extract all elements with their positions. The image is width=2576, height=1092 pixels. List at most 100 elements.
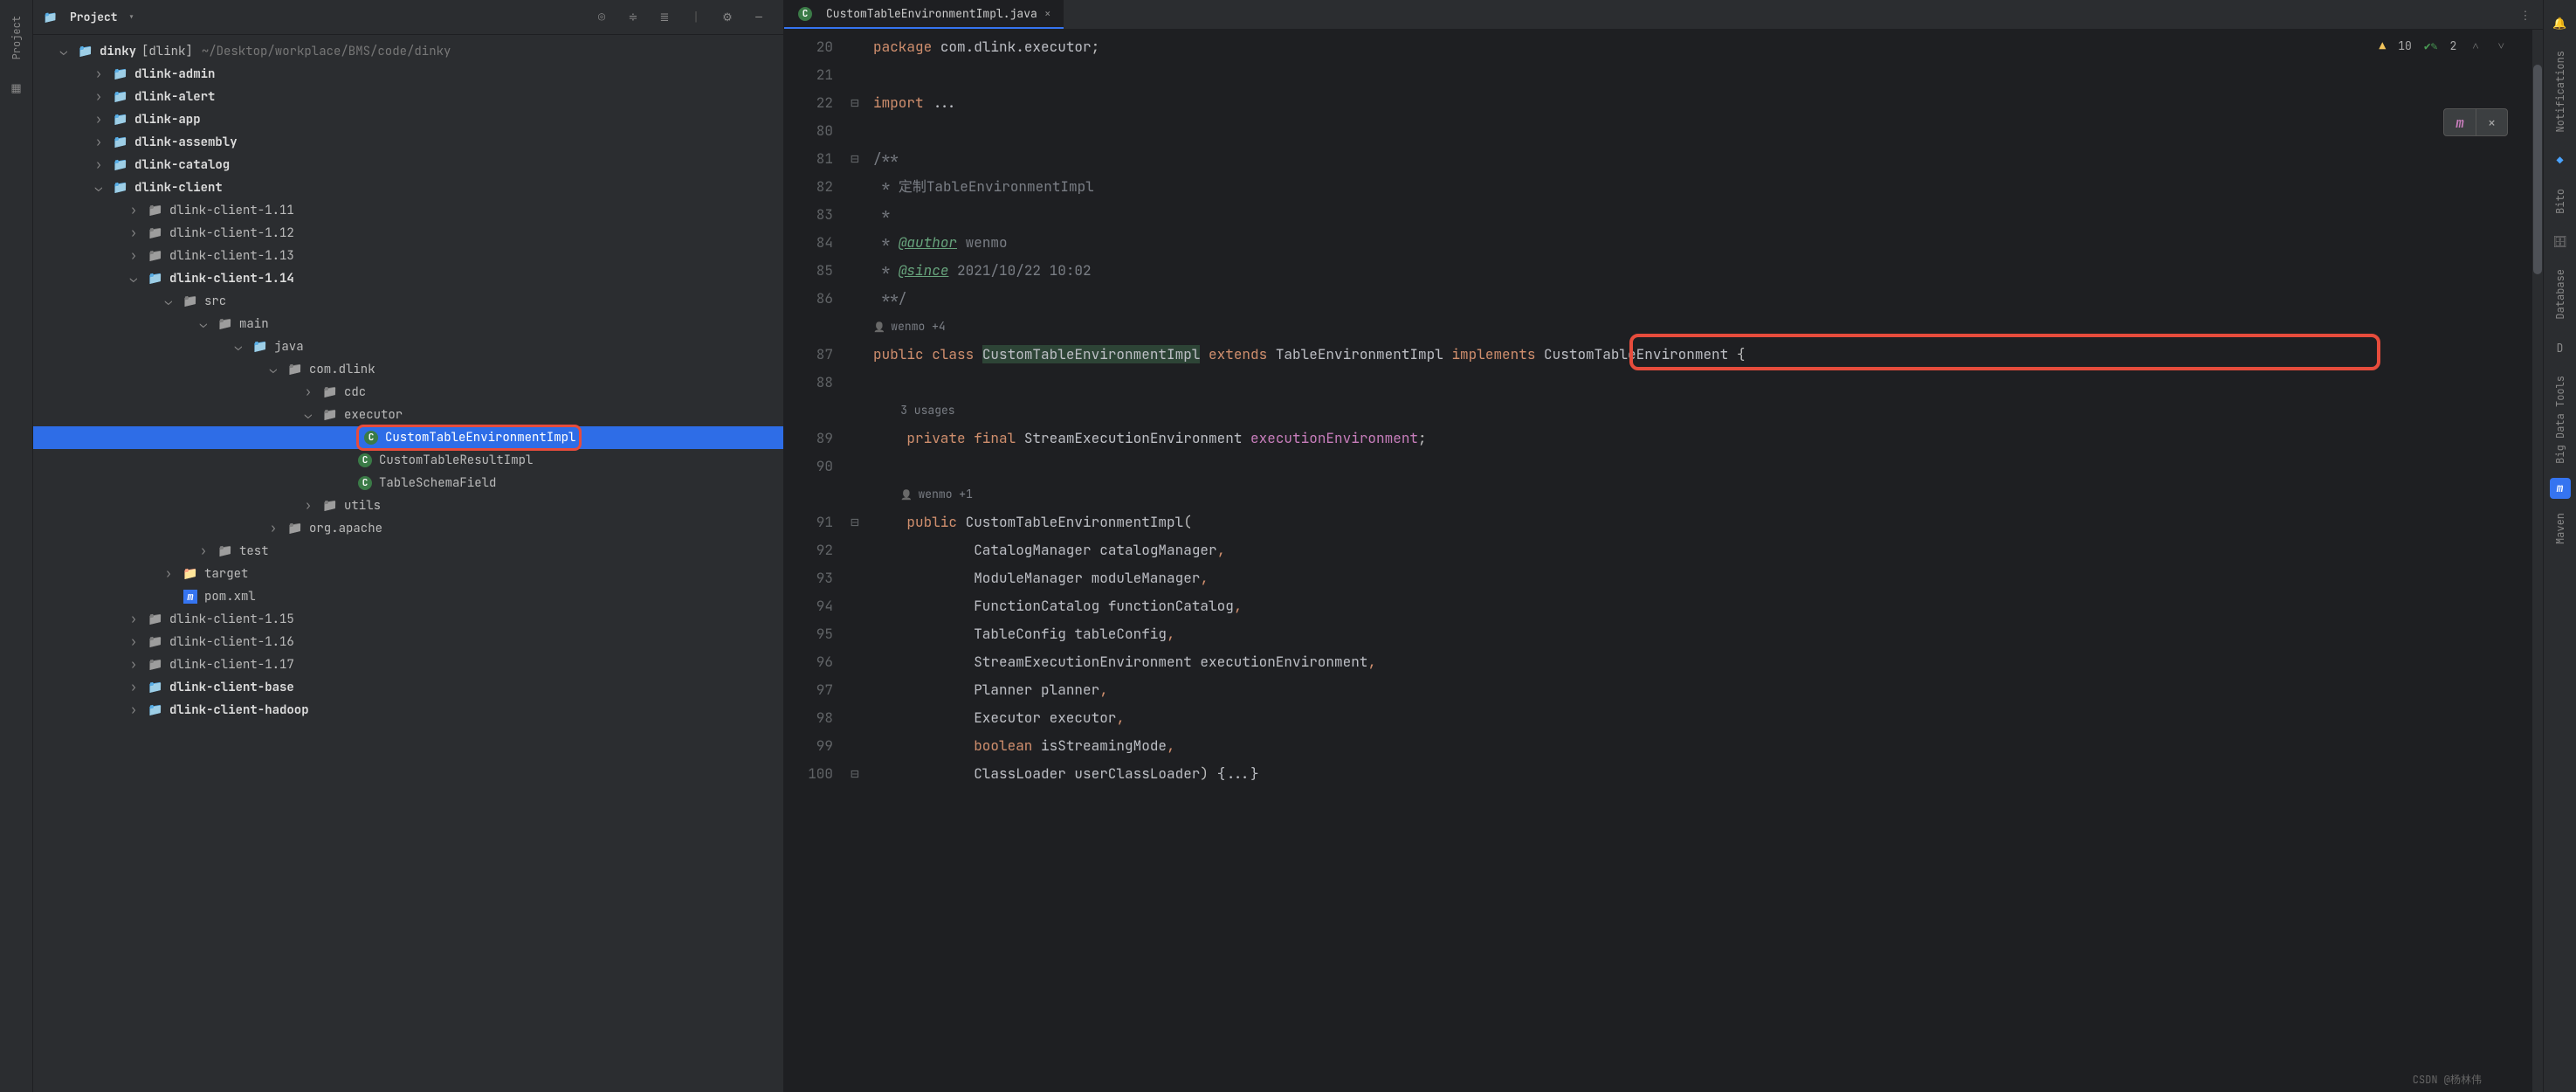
editor-tab[interactable]: C CustomTableEnvironmentImpl.java ×: [784, 0, 1064, 29]
project-icon: [42, 10, 59, 24]
tree-item[interactable]: ⌄dlink-client-1.14: [33, 267, 783, 290]
author-hint[interactable]: wenmo +4: [891, 319, 945, 334]
tree-item[interactable]: ›dlink-client-hadoop: [33, 699, 783, 722]
notifications-label[interactable]: Notifications: [2553, 44, 2567, 140]
project-panel: Project ▾ ◎ ≑ ≣ | ⚙ — ⌄ dinky [dlink] ~/…: [33, 0, 784, 1092]
editor-tabs: C CustomTableEnvironmentImpl.java × ⋮: [784, 0, 2543, 30]
project-tool-label[interactable]: Project: [10, 9, 24, 66]
tree-item[interactable]: ›dlink-catalog: [33, 154, 783, 176]
folder-icon: [217, 317, 234, 331]
tree-item[interactable]: ⌄java: [33, 335, 783, 358]
bigdata-label[interactable]: Big Data Tools: [2553, 369, 2567, 471]
close-tab-icon[interactable]: ×: [1044, 6, 1051, 21]
fold-column[interactable]: ⊟⊟⊟⊟: [845, 30, 864, 1092]
folder-icon: [147, 612, 164, 626]
tree-item[interactable]: ›dlink-client-1.17: [33, 653, 783, 676]
maven-icon[interactable]: m: [2550, 478, 2571, 499]
tree-item[interactable]: ›dlink-client-1.16: [33, 631, 783, 653]
watermark: CSDN @杨林伟: [2413, 1072, 2482, 1087]
database-label[interactable]: Database: [2553, 262, 2567, 327]
right-tool-strip: 🔔 Notifications ◆ Bito 🗄 Database D Big …: [2543, 0, 2576, 1092]
maven-label[interactable]: Maven: [2553, 506, 2567, 551]
reader-mode-icon[interactable]: m: [2444, 109, 2476, 135]
author-hint-icon: [873, 319, 891, 334]
editor-body[interactable]: 2021228081828384858687888990919293949596…: [784, 30, 2543, 1092]
inspection-widget[interactable]: ▲ 10 ✔✎ 2 ˄ ˅: [2379, 38, 2508, 53]
divider: |: [685, 7, 706, 28]
structure-tool-icon[interactable]: ▦: [6, 77, 27, 98]
tree-item[interactable]: ›test: [33, 540, 783, 563]
tree-item[interactable]: mpom.xml: [33, 585, 783, 608]
tree-item[interactable]: CCustomTableResultImpl: [33, 449, 783, 472]
warning-count: 10: [2398, 38, 2412, 53]
tree-item[interactable]: ›dlink-client-1.13: [33, 245, 783, 267]
prev-problem-icon[interactable]: ˄: [2472, 38, 2478, 53]
locate-icon[interactable]: ◎: [591, 7, 612, 28]
tree-item[interactable]: ›dlink-admin: [33, 63, 783, 86]
project-view-chevron-icon[interactable]: ▾: [128, 10, 135, 24]
check-icon: ✔✎: [2424, 38, 2438, 53]
tree-root[interactable]: ⌄ dinky [dlink] ~/Desktop/workplace/BMS/…: [33, 40, 783, 63]
constructor-name: CustomTableEnvironmentImpl: [966, 513, 1184, 531]
tree-item[interactable]: ⌄executor: [33, 404, 783, 426]
bito-label[interactable]: Bito: [2553, 182, 2567, 221]
tree-item[interactable]: ›org.apache: [33, 517, 783, 540]
collapse-all-icon[interactable]: ≣: [654, 7, 675, 28]
module-icon: [112, 181, 129, 195]
vertical-scrollbar[interactable]: [2532, 30, 2543, 1092]
folder-icon: [147, 226, 164, 240]
class-icon: C: [356, 476, 374, 490]
tree-item[interactable]: ›dlink-client-base: [33, 676, 783, 699]
folded-body[interactable]: {...}: [1217, 764, 1259, 783]
keyword: import: [873, 93, 932, 112]
notifications-bell-icon[interactable]: 🔔: [2550, 12, 2571, 33]
folded-imports[interactable]: ...: [932, 93, 957, 112]
bigdata-icon[interactable]: D: [2550, 337, 2571, 358]
scroll-thumb[interactable]: [2533, 65, 2542, 274]
module-icon: [77, 45, 94, 59]
tab-label: CustomTableEnvironmentImpl.java: [826, 6, 1037, 21]
reader-mode-toolbar: m ×: [2443, 108, 2508, 136]
line-gutter: 2021228081828384858687888990919293949596…: [784, 30, 845, 1092]
author-hint[interactable]: wenmo +1: [919, 487, 973, 501]
module-icon: [147, 703, 164, 717]
expand-all-icon[interactable]: ≑: [623, 7, 644, 28]
project-tree[interactable]: ⌄ dinky [dlink] ~/Desktop/workplace/BMS/…: [33, 35, 783, 1092]
tab-overflow-icon[interactable]: ⋮: [2508, 0, 2543, 30]
tree-item[interactable]: ›dlink-assembly: [33, 131, 783, 154]
module-icon: [112, 67, 129, 81]
interface: CustomTableEnvironment: [1544, 345, 1728, 363]
tree-item[interactable]: CTableSchemaField: [33, 472, 783, 494]
tree-item-selected[interactable]: C CustomTableEnvironmentImpl: [33, 426, 783, 449]
tree-item[interactable]: ›cdc: [33, 381, 783, 404]
tree-item[interactable]: ⌄com.dlink: [33, 358, 783, 381]
package-icon: [286, 363, 304, 377]
usages-hint[interactable]: 3 usages: [900, 403, 954, 418]
root-bracket: [dlink]: [141, 44, 193, 59]
package-icon: [321, 408, 339, 422]
tree-item[interactable]: ›dlink-client-1.11: [33, 199, 783, 222]
tree-item[interactable]: ›utils: [33, 494, 783, 517]
settings-icon[interactable]: ⚙: [717, 7, 738, 28]
tree-item[interactable]: ⌄main: [33, 313, 783, 335]
tree-item[interactable]: ›target: [33, 563, 783, 585]
package-icon: [321, 499, 339, 513]
tree-item[interactable]: ⌄src: [33, 290, 783, 313]
code-content[interactable]: package com.dlink.executor; import ... /…: [864, 30, 2543, 1092]
tree-item[interactable]: ›dlink-client-1.15: [33, 608, 783, 631]
project-panel-title[interactable]: Project: [70, 10, 118, 24]
hide-panel-icon[interactable]: —: [748, 7, 769, 28]
bito-icon[interactable]: ◆: [2550, 150, 2571, 171]
folder-icon: [147, 635, 164, 649]
tree-item[interactable]: ›dlink-alert: [33, 86, 783, 108]
tree-item[interactable]: ›dlink-client-1.12: [33, 222, 783, 245]
tree-item[interactable]: ⌄dlink-client: [33, 176, 783, 199]
database-icon[interactable]: 🗄: [2550, 231, 2571, 252]
check-count: 2: [2450, 38, 2457, 53]
next-problem-icon[interactable]: ˅: [2498, 38, 2504, 53]
close-reader-toolbar-icon[interactable]: ×: [2476, 109, 2507, 135]
module-icon: [112, 158, 129, 172]
tree-item[interactable]: ›dlink-app: [33, 108, 783, 131]
folder-icon: [182, 294, 199, 308]
javadoc-tag: @author: [899, 233, 957, 252]
